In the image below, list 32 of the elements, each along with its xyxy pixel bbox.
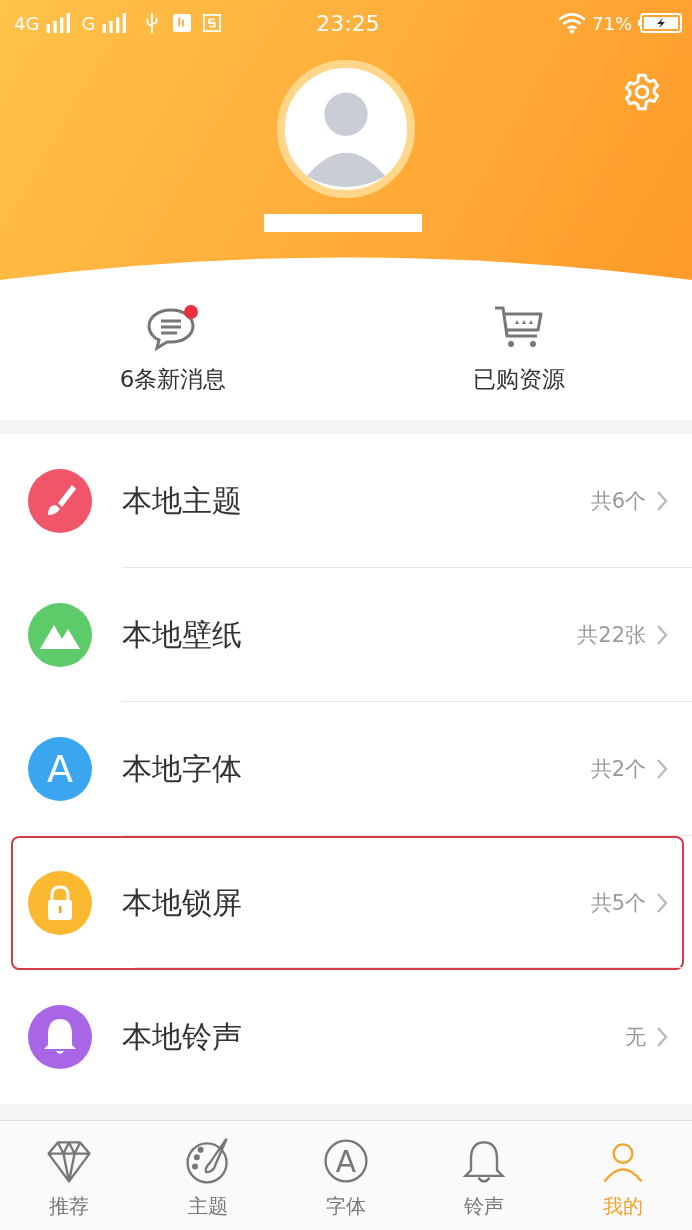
item-count: 共2个	[590, 756, 646, 783]
quick-link-label[interactable]: 已购资源	[473, 364, 565, 395]
wifi-icon	[558, 12, 586, 34]
letter-glyph: A	[46, 746, 74, 793]
tab[interactable]: 主题	[138, 1135, 277, 1230]
battery-icon	[638, 13, 682, 33]
chevron-right-icon	[656, 758, 668, 780]
list-item-title[interactable]: 本地主题	[122, 480, 591, 522]
highlight-frame[interactable]: 本地锁屏 共5个	[11, 836, 684, 970]
tab[interactable]: 推荐	[0, 1135, 139, 1230]
network-label: G	[81, 12, 96, 34]
message-icon[interactable]	[145, 304, 201, 352]
item-count: 共6个	[590, 488, 646, 515]
chevron-right-icon	[656, 624, 668, 646]
battery-percent: 71%	[592, 12, 632, 34]
item-count: 共22张	[577, 622, 646, 649]
app-notification-icon	[173, 13, 192, 33]
list-item-title[interactable]: 本地字体	[122, 748, 591, 790]
list-item-title[interactable]: 本地壁纸	[122, 614, 578, 656]
tab[interactable]: A 字体	[276, 1135, 416, 1230]
clock-time: 23:25	[316, 10, 380, 36]
chevron-right-icon	[656, 490, 668, 512]
item-count: 共5个	[590, 890, 646, 917]
chevron-right-icon	[656, 892, 668, 914]
quick-link-label[interactable]: 6条新消息	[119, 364, 227, 395]
item-count: 无	[625, 1024, 646, 1051]
app-notification-icon	[203, 13, 222, 33]
list-item-title[interactable]: 本地锁屏	[122, 882, 591, 924]
chevron-right-icon	[656, 1026, 668, 1048]
tab[interactable]: 铃声	[415, 1135, 554, 1230]
list-item-title[interactable]: 本地铃声	[122, 1016, 625, 1058]
network-label: 4G	[14, 12, 40, 34]
